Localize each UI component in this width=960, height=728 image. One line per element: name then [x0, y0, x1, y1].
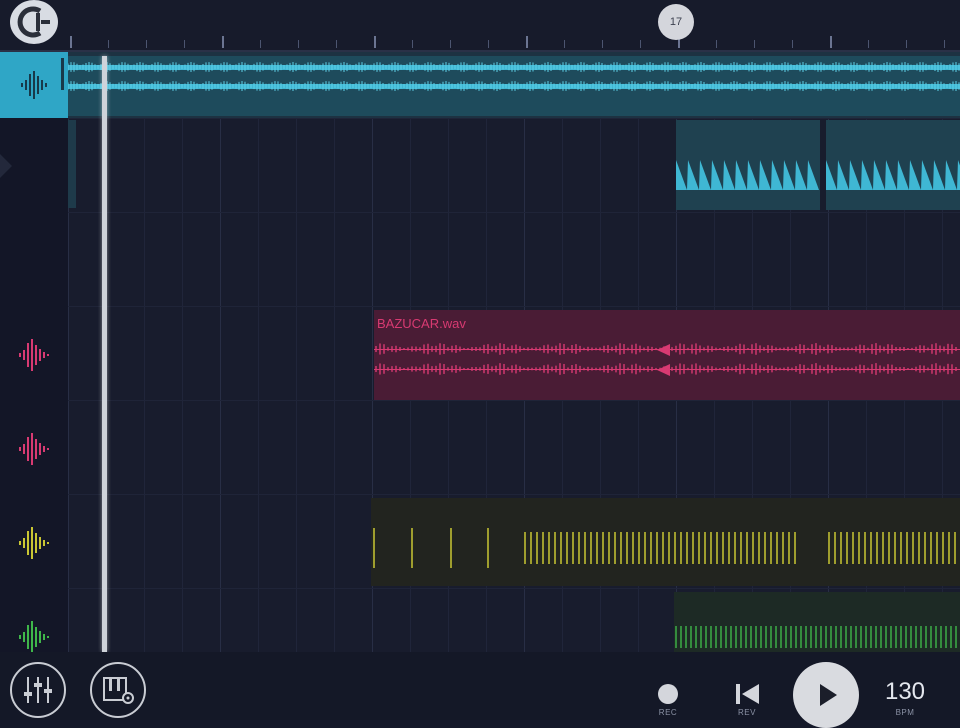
rewind-label: REV	[738, 708, 756, 717]
record-label: REC	[658, 708, 678, 717]
track-header-3[interactable]	[0, 214, 68, 308]
ruler-tick	[640, 40, 641, 48]
audio-clip-track-2-b[interactable]	[826, 120, 960, 210]
playlist-grid[interactable]: BAZUCAR.wav	[68, 52, 960, 653]
ruler-tick	[412, 40, 413, 48]
waveform-icon	[21, 71, 47, 99]
record-button[interactable]: REC	[652, 682, 684, 717]
ruler-tick	[108, 40, 109, 48]
ruler-tick	[526, 36, 528, 48]
ruler-tick	[450, 40, 451, 48]
waveform-icon	[19, 339, 49, 371]
audio-clips-track-7[interactable]	[674, 592, 960, 652]
clip-waveform	[676, 160, 820, 190]
rewind-button[interactable]: REV	[730, 682, 764, 717]
audio-clips-track-6[interactable]	[371, 498, 960, 586]
ruler-tick	[336, 40, 337, 48]
ruler-tick	[716, 40, 717, 48]
clip-waveform	[68, 62, 960, 91]
audio-clip-bazucar[interactable]: BAZUCAR.wav	[374, 310, 960, 400]
logo-glyph	[17, 6, 50, 38]
clip-waveform	[373, 528, 956, 568]
play-icon	[820, 684, 837, 706]
playlist-marker[interactable]: 17	[658, 4, 694, 40]
timeline-ruler[interactable]: 17	[0, 0, 960, 52]
mixer-button[interactable]	[10, 662, 66, 718]
track-headers	[0, 52, 68, 653]
skip-back-icon	[736, 684, 759, 704]
fl-studio-logo-icon[interactable]	[10, 0, 58, 44]
audio-clip-track-2-start[interactable]	[68, 120, 76, 208]
ruler-tick	[944, 40, 945, 48]
track-expand-icon	[0, 154, 12, 178]
ruler-tick	[868, 40, 869, 48]
ruler-tick	[298, 40, 299, 48]
track-header-1[interactable]	[0, 52, 68, 118]
clip-name-label: BAZUCAR.wav	[377, 316, 466, 331]
tempo-label: BPM	[895, 708, 915, 717]
ruler-tick	[754, 40, 755, 48]
tempo-value: 130	[884, 678, 926, 705]
audio-clip-track-1[interactable]	[68, 56, 960, 116]
ruler-tick	[184, 40, 185, 48]
ruler-tick	[792, 40, 793, 48]
ruler-tick	[374, 36, 376, 48]
ruler-tick	[70, 36, 72, 48]
track-header-5[interactable]	[0, 402, 68, 496]
record-dot-icon	[658, 684, 678, 704]
ruler-tick	[260, 40, 261, 48]
waveform-icon	[19, 433, 49, 465]
track-header-4[interactable]	[0, 308, 68, 402]
clip-waveform	[675, 626, 957, 648]
piano-gear-icon	[103, 677, 134, 704]
track-lane-5[interactable]	[68, 400, 960, 495]
ruler-tick	[146, 40, 147, 48]
track-header-6[interactable]	[0, 496, 68, 590]
ruler-tick	[602, 40, 603, 48]
clip-waveform	[826, 160, 960, 190]
track-header-2[interactable]	[0, 120, 68, 214]
waveform-icon	[19, 527, 49, 559]
waveform-icon	[19, 621, 49, 653]
track-lane-3[interactable]	[68, 212, 960, 307]
ruler-tick	[906, 40, 907, 48]
channel-settings-button[interactable]	[90, 662, 146, 718]
tempo-display[interactable]: 130 BPM	[870, 678, 940, 717]
mixer-sliders-icon	[24, 677, 52, 703]
audio-clip-track-2-a[interactable]	[676, 120, 820, 210]
ruler-tick	[222, 36, 224, 48]
play-button[interactable]	[793, 662, 859, 728]
ruler-tick	[830, 36, 832, 48]
playhead[interactable]	[102, 56, 107, 652]
track-level-indicator	[61, 58, 64, 90]
ruler-tick	[564, 40, 565, 48]
ruler-tick	[488, 40, 489, 48]
